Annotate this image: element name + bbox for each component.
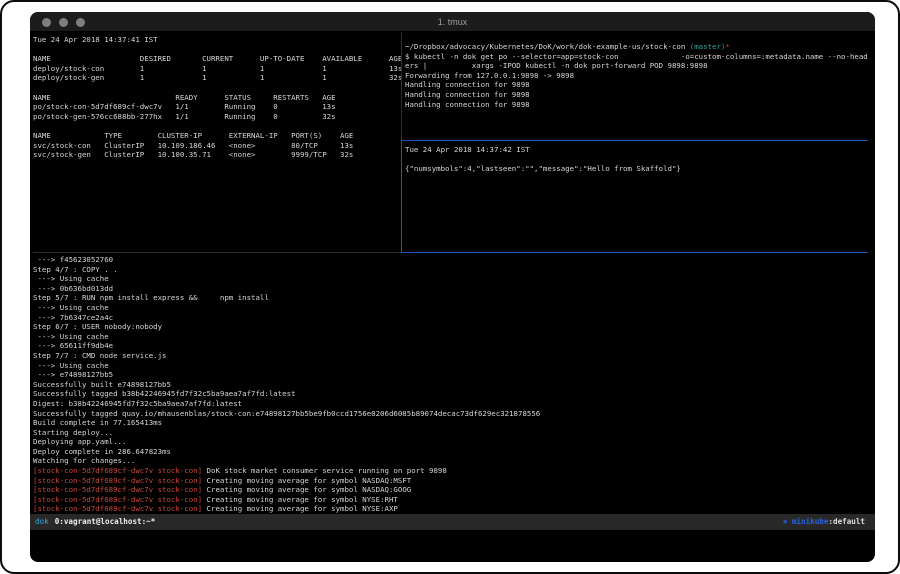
terminal-line: ---> f45623052760 — [33, 255, 872, 265]
tmux-session-name: dok — [35, 517, 49, 526]
tmux-window-label[interactable]: 0:vagrant@localhost:~* — [55, 517, 156, 526]
terminal-line: Step 5/7 : RUN npm install express && np… — [33, 293, 872, 303]
terminal-line: ---> 7b6347ce2a4c — [33, 313, 872, 323]
active-pane-border-bottom — [401, 252, 868, 253]
terminal-line: deploy/stock-con 1 1 1 1 13s — [33, 64, 400, 74]
terminal-line: [stock-con-5d7df689cf-dwc7v stock-con] C… — [33, 504, 872, 514]
terminal-line: [stock-con-5d7df689cf-dwc7v stock-con] C… — [33, 485, 872, 495]
kube-namespace: :default — [828, 517, 865, 526]
terminal-line: Step 7/7 : CMD node service.js — [33, 351, 872, 361]
terminal-line: Digest: b38b42246945fd7f32c5ba9aea7af7fd… — [33, 399, 872, 409]
terminal-line: ers | xargs -IPOD kubectl -n dok port-fo… — [405, 61, 872, 71]
traffic-lights — [42, 18, 85, 27]
window-title: 1. tmux — [30, 12, 875, 32]
terminal-line: Starting deploy... — [33, 428, 872, 438]
kubernetes-helm-icon: ⎈ — [783, 517, 792, 526]
terminal-line: NAME READY STATUS RESTARTS AGE — [33, 93, 400, 103]
terminal-line: [stock-con-5d7df689cf-dwc7v stock-con] D… — [33, 466, 872, 476]
terminal-line: [stock-con-5d7df689cf-dwc7v stock-con] C… — [33, 495, 872, 505]
terminal-line: Step 4/7 : COPY . . — [33, 265, 872, 275]
terminal-line: NAME DESIRED CURRENT UP-TO-DATE AVAILABL… — [33, 54, 400, 64]
terminal-line: svc/stock-con ClusterIP 10.109.186.46 <n… — [33, 141, 400, 151]
active-pane-border-left — [401, 140, 402, 253]
terminal-line: ---> 65611ff9db4e — [33, 341, 872, 351]
terminal-line: Handling connection for 9898 — [405, 80, 872, 90]
tmux-status-bar: dok 0:vagrant@localhost:~* ⎈ minikube:def… — [30, 514, 875, 530]
terminal-line: Handling connection for 9898 — [405, 100, 872, 110]
terminal-line: ~/Dropbox/advocacy/Kubernetes/DoK/work/d… — [405, 42, 872, 52]
terminal-line: Build complete in 77.165413ms — [33, 418, 872, 428]
terminal-line: {"numsymbols":4,"lastseen":"","message":… — [405, 164, 872, 174]
terminal-line: ---> Using cache — [33, 361, 872, 371]
terminal-line: ---> Using cache — [33, 332, 872, 342]
kube-context: minikube — [792, 517, 829, 526]
terminal-line: po/stock-con-5d7df689cf-dwc7v 1/1 Runnin… — [33, 102, 400, 112]
terminal-line: po/stock-gen-576cc688bb-277hx 1/1 Runnin… — [33, 112, 400, 122]
terminal-line — [33, 83, 400, 93]
terminal-line — [405, 155, 872, 165]
terminal-line: Deploying app.yaml... — [33, 437, 872, 447]
minimize-button[interactable] — [59, 18, 68, 27]
terminal-line: $ kubectl -n dok get po --selector=app=s… — [405, 52, 872, 62]
screenshot-frame: 1. tmux Tue 24 Apr 2018 14:37:41 IST NAME… — [0, 0, 900, 574]
pane-divider-vertical-inactive — [401, 32, 402, 140]
zoom-button[interactable] — [76, 18, 85, 27]
terminal-line: Handling connection for 9898 — [405, 90, 872, 100]
window-titlebar: 1. tmux — [30, 12, 875, 32]
active-pane-border-top — [401, 140, 868, 141]
pane-port-forward-shell[interactable]: ~/Dropbox/advocacy/Kubernetes/DoK/work/d… — [405, 42, 872, 139]
pane-skaffold-log[interactable]: ---> f45623052760Step 4/7 : COPY . . ---… — [33, 255, 872, 513]
terminal-line: [stock-con-5d7df689cf-dwc7v stock-con] C… — [33, 476, 872, 486]
terminal-line: Successfully tagged b38b42246945fd7f32c5… — [33, 389, 872, 399]
terminal-line: Successfully built e74898127bb5 — [33, 380, 872, 390]
terminal-line — [33, 121, 400, 131]
terminal-line: Forwarding from 127.0.0.1:9898 -> 9898 — [405, 71, 872, 81]
terminal-window: 1. tmux Tue 24 Apr 2018 14:37:41 IST NAME… — [30, 12, 875, 562]
terminal-line: ---> 0b636bd013dd — [33, 284, 872, 294]
terminal-line: svc/stock-gen ClusterIP 10.100.35.71 <no… — [33, 150, 400, 160]
terminal-line: Watching for changes... — [33, 456, 872, 466]
terminal-line: Step 6/7 : USER nobody:nobody — [33, 322, 872, 332]
tmux-status-right: ⎈ minikube:default — [783, 514, 865, 530]
terminal-line: Tue 24 Apr 2018 14:37:41 IST — [33, 35, 400, 45]
pane-kubectl-resources[interactable]: Tue 24 Apr 2018 14:37:41 IST NAME DESIRED… — [33, 35, 400, 140]
terminal-line: NAME TYPE CLUSTER-IP EXTERNAL-IP PORT(S)… — [33, 131, 400, 141]
pane-divider-horizontal-inactive — [33, 252, 401, 253]
terminal-line: Tue 24 Apr 2018 14:37:42 IST — [405, 145, 872, 155]
pane-service-response[interactable]: Tue 24 Apr 2018 14:37:42 IST {"numsymbols… — [405, 145, 872, 251]
terminal-line: Deploy complete in 286.647823ms — [33, 447, 872, 457]
terminal-line: ---> Using cache — [33, 274, 872, 284]
close-button[interactable] — [42, 18, 51, 27]
terminal-line: ---> Using cache — [33, 303, 872, 313]
terminal-line: deploy/stock-gen 1 1 1 1 32s — [33, 73, 400, 83]
terminal-line: ---> e74898127bb5 — [33, 370, 872, 380]
terminal-line: Successfully tagged quay.io/mhausenblas/… — [33, 409, 872, 419]
terminal-line — [33, 45, 400, 55]
